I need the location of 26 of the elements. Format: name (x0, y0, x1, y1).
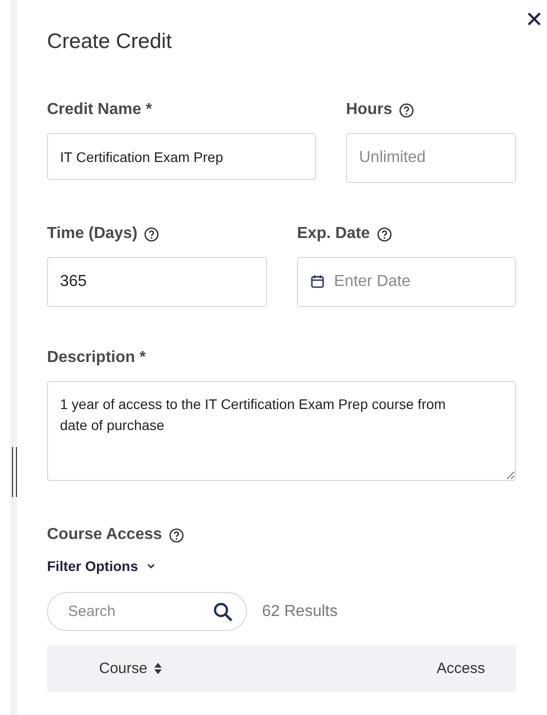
field-label: Hours (346, 101, 392, 119)
help-icon[interactable] (144, 226, 160, 242)
search-icon[interactable] (213, 602, 233, 622)
help-icon[interactable] (376, 226, 392, 242)
resize-handle[interactable] (12, 447, 17, 497)
description-field[interactable]: 1 year of access to the IT Certification Exam Prep course from date of purchase (47, 381, 516, 481)
sort-icon (153, 662, 164, 675)
date-field[interactable]: Enter Date (297, 257, 516, 307)
close-button[interactable]: ✕ (523, 6, 545, 34)
field-label: Description * (47, 349, 146, 367)
panel-title: Create Credit (47, 30, 173, 54)
field-label: Exp. Date (297, 225, 370, 243)
text-field[interactable]: Unlimited (346, 133, 516, 183)
filter-options-button[interactable]: Filter Options (47, 558, 156, 574)
results-count: 62 Results (262, 602, 338, 620)
field-label: Credit Name * (47, 101, 152, 119)
search-field[interactable]: Search (47, 592, 247, 631)
help-icon[interactable] (169, 528, 184, 542)
text-field[interactable]: IT Certification Exam Prep (47, 133, 316, 180)
section-label: Course Access (47, 526, 162, 544)
help-icon[interactable] (399, 102, 414, 118)
field-label: Time (Days) (47, 225, 138, 243)
column-header: Access (436, 660, 485, 677)
text-field[interactable]: 365 (47, 257, 267, 307)
chevron-down-icon (146, 561, 156, 571)
column-header[interactable]: Course (99, 660, 164, 677)
